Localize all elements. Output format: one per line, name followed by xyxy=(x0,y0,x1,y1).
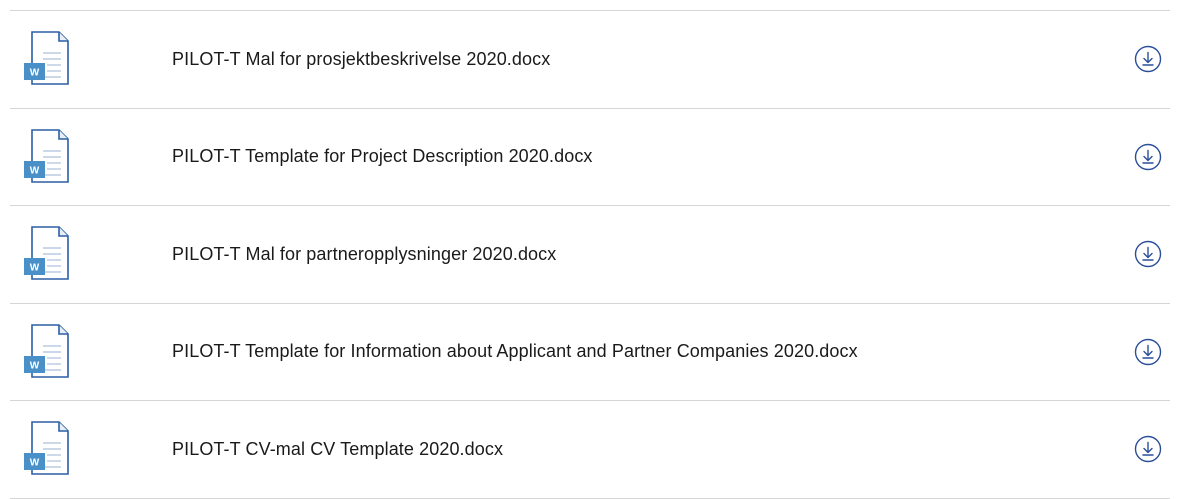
word-document-icon: W xyxy=(24,421,69,475)
file-row[interactable]: W PILOT-T Mal for prosjektbeskrivelse 20… xyxy=(10,11,1170,109)
svg-text:W: W xyxy=(30,263,40,274)
download-icon[interactable] xyxy=(1134,143,1162,171)
file-name[interactable]: PILOT-T Mal for partneropplysninger 2020… xyxy=(172,244,556,265)
word-document-icon: W xyxy=(24,128,69,183)
file-list: W PILOT-T Mal for prosjektbeskrivelse 20… xyxy=(10,10,1170,499)
file-name[interactable]: PILOT-T Template for Project Description… xyxy=(172,146,593,167)
word-document-icon: W xyxy=(24,31,69,85)
file-name[interactable]: PILOT-T Template for Information about A… xyxy=(172,341,858,362)
file-row[interactable]: W PILOT-T Template for Information about… xyxy=(10,304,1170,401)
download-icon[interactable] xyxy=(1134,435,1162,463)
svg-text:W: W xyxy=(30,360,40,371)
file-name[interactable]: PILOT-T CV-mal CV Template 2020.docx xyxy=(172,439,503,460)
file-row[interactable]: W PILOT-T CV-mal CV Template 2020.docx xyxy=(10,401,1170,499)
svg-text:W: W xyxy=(30,68,40,79)
svg-text:W: W xyxy=(30,165,40,176)
word-document-icon: W xyxy=(24,226,69,280)
file-name[interactable]: PILOT-T Mal for prosjektbeskrivelse 2020… xyxy=(172,49,550,70)
svg-text:W: W xyxy=(30,458,40,469)
download-icon[interactable] xyxy=(1134,240,1162,268)
download-icon[interactable] xyxy=(1134,338,1162,366)
word-document-icon: W xyxy=(24,323,69,378)
file-row[interactable]: W PILOT-T Template for Project Descripti… xyxy=(10,109,1170,206)
download-icon[interactable] xyxy=(1134,45,1162,73)
file-row[interactable]: W PILOT-T Mal for partneropplysninger 20… xyxy=(10,206,1170,304)
